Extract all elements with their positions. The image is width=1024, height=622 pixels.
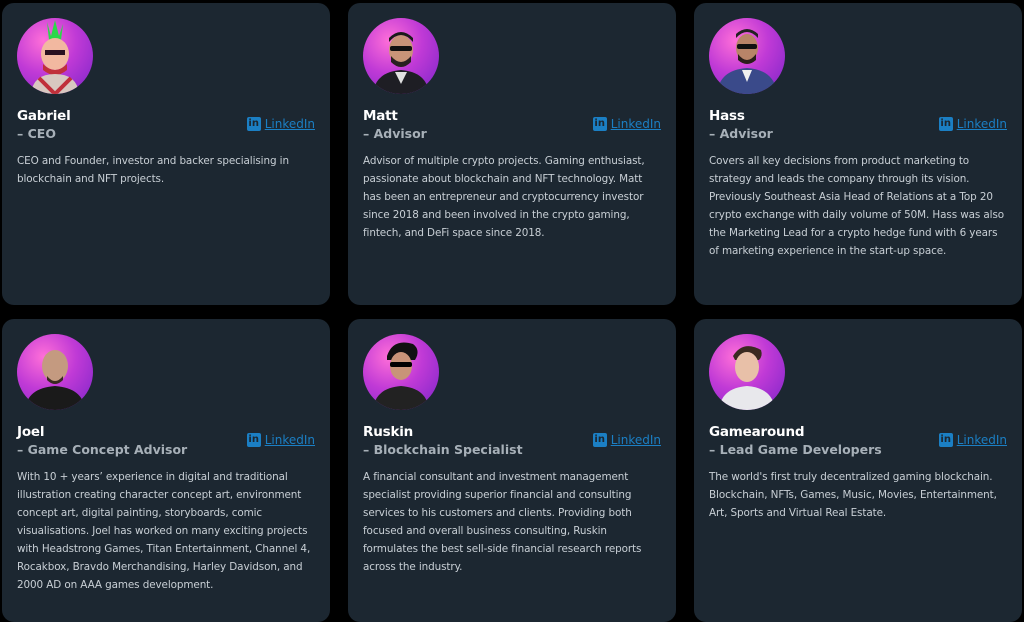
member-name: Ruskin (363, 424, 414, 440)
member-bio: The world's first truly decentralized ga… (709, 471, 997, 519)
team-card-gabriel: Gabriel – CEO in LinkedIn CEO and Founde… (2, 3, 330, 305)
team-card-gamearound: Gamearound – Lead Game Developers in Lin… (694, 319, 1022, 622)
linkedin-link[interactable]: in LinkedIn (938, 117, 1007, 131)
hass-avatar (709, 18, 785, 94)
matt-avatar (363, 18, 439, 94)
member-bio: Covers all key decisions from product ma… (709, 155, 1005, 257)
member-role: – Game Concept Advisor (17, 442, 188, 457)
linkedin-icon: in (938, 117, 953, 131)
member-bio: With 10 + years’ experience in digital a… (17, 471, 311, 591)
member-role: – Blockchain Specialist (363, 442, 523, 457)
member-name: Gabriel (17, 108, 71, 124)
member-role: – Advisor (363, 126, 427, 141)
member-bio: CEO and Founder, investor and backer spe… (17, 155, 289, 185)
gabriel-avatar (17, 18, 93, 94)
linkedin-icon: in (592, 117, 607, 131)
linkedin-icon: in (938, 433, 953, 447)
linkedin-link[interactable]: in LinkedIn (246, 433, 315, 447)
linkedin-label: LinkedIn (956, 433, 1007, 447)
member-name: Joel (17, 424, 45, 440)
member-name: Hass (709, 108, 745, 124)
linkedin-icon: in (246, 433, 261, 447)
team-card-hass: Hass – Advisor in LinkedIn Covers all ke… (694, 3, 1022, 305)
linkedin-label: LinkedIn (956, 117, 1007, 131)
member-role: – Advisor (709, 126, 773, 141)
member-name: Gamearound (709, 424, 805, 440)
linkedin-icon: in (592, 433, 607, 447)
linkedin-label: LinkedIn (264, 433, 315, 447)
linkedin-link[interactable]: in LinkedIn (246, 117, 315, 131)
ruskin-avatar (363, 334, 439, 410)
team-card-ruskin: Ruskin – Blockchain Specialist in Linked… (348, 319, 676, 622)
linkedin-icon: in (246, 117, 261, 131)
member-role: – Lead Game Developers (709, 442, 882, 457)
linkedin-link[interactable]: in LinkedIn (592, 117, 661, 131)
member-bio: A financial consultant and investment ma… (363, 471, 642, 573)
joel-avatar (17, 334, 93, 410)
member-bio: Advisor of multiple crypto projects. Gam… (363, 155, 645, 239)
linkedin-label: LinkedIn (610, 117, 661, 131)
team-card-matt: Matt – Advisor in LinkedIn Advisor of mu… (348, 3, 676, 305)
team-card-joel: Joel – Game Concept Advisor in LinkedIn … (2, 319, 330, 622)
gamearound-avatar (709, 334, 785, 410)
linkedin-label: LinkedIn (264, 117, 315, 131)
linkedin-link[interactable]: in LinkedIn (592, 433, 661, 447)
linkedin-label: LinkedIn (610, 433, 661, 447)
member-name: Matt (363, 108, 398, 124)
team-grid: Gabriel – CEO in LinkedIn CEO and Founde… (0, 0, 1024, 622)
member-role: – CEO (17, 126, 56, 141)
linkedin-link[interactable]: in LinkedIn (938, 433, 1007, 447)
